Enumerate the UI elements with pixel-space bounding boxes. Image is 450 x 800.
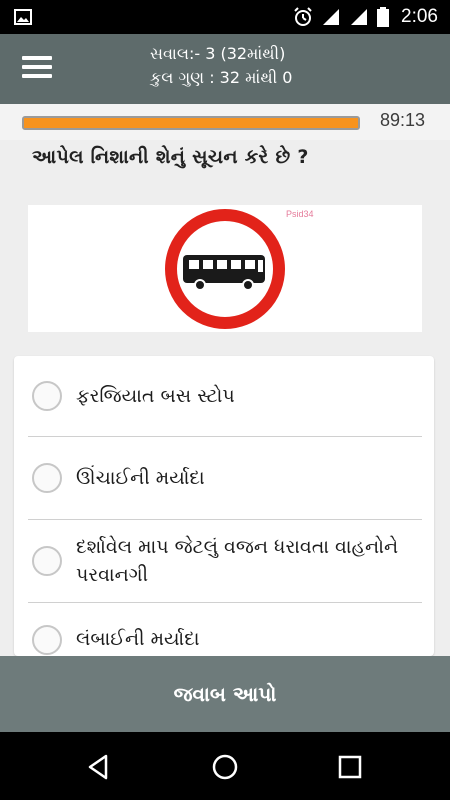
- total-score: કુલ ગુણ : 32 માંથી 0: [150, 68, 293, 87]
- back-icon[interactable]: [82, 750, 116, 784]
- battery-icon: [377, 7, 390, 27]
- no-bus-sign-icon: [165, 209, 285, 329]
- recents-icon[interactable]: [333, 750, 367, 784]
- option-label: ઊંચાઈની મર્યાદા: [76, 467, 205, 489]
- signal-icon: [351, 9, 368, 25]
- navigation-bar: [0, 732, 450, 800]
- option-1[interactable]: ફરજિયાત બસ સ્ટોપ: [14, 356, 434, 436]
- option-label: દર્શાવેલ માપ જેટલું વજન ધરાવતા વાહનોને પ…: [76, 536, 399, 586]
- option-label: લંબાઈની મર્યાદા: [76, 628, 200, 650]
- timer-text: 89:13: [380, 110, 426, 130]
- radio-button[interactable]: [32, 381, 62, 411]
- radio-button[interactable]: [32, 546, 62, 576]
- alarm-icon: [294, 7, 312, 26]
- question-counter: સવાલ:- 3 (32માંથી): [150, 44, 286, 63]
- timer-progress-fill: [24, 118, 358, 128]
- header-info: સવાલ:- 3 (32માંથી) કુલ ગુણ : 32 માંથી 0: [150, 42, 292, 90]
- radio-button[interactable]: [32, 625, 62, 655]
- image-watermark: Psid34: [286, 209, 314, 219]
- options-card: ફરજિયાત બસ સ્ટોપ ઊંચાઈની મર્યાદા દર્શાવે…: [14, 356, 434, 656]
- app-header: સવાલ:- 3 (32માંથી) કુલ ગુણ : 32 માંથી 0: [0, 34, 450, 104]
- timer-progress-bar: [22, 116, 360, 130]
- status-bar: 2:06: [0, 0, 450, 34]
- option-4[interactable]: લંબાઈની મર્યાદા: [14, 603, 434, 656]
- menu-icon[interactable]: [22, 56, 52, 82]
- status-time: 2:06: [401, 6, 438, 27]
- submit-answer-button[interactable]: જવાબ આપો: [0, 656, 450, 732]
- option-label: ફરજિયાત બસ સ્ટોપ: [76, 385, 235, 407]
- question-image: Psid34: [28, 205, 422, 332]
- progress-row: 89:13: [0, 104, 450, 140]
- radio-button[interactable]: [32, 463, 62, 493]
- option-2[interactable]: ઊંચાઈની મર્યાદા: [14, 437, 434, 519]
- home-icon[interactable]: [208, 750, 242, 784]
- question-text: આપેલ નિશાની શેનું સૂચન કરે છે ?: [32, 146, 309, 168]
- wifi-icon: [323, 9, 340, 25]
- image-icon: [14, 9, 32, 25]
- option-3[interactable]: દર્શાવેલ માપ જેટલું વજન ધરાવતા વાહનોને પ…: [14, 520, 434, 602]
